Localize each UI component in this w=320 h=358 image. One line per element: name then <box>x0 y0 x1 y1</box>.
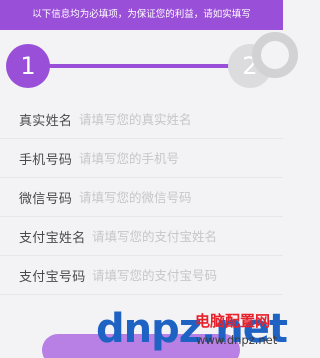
phone-input[interactable] <box>79 144 269 172</box>
real-name-input[interactable] <box>79 105 269 133</box>
alipay-name-input[interactable] <box>92 222 272 250</box>
field-row-real-name: 真实姓名 <box>0 100 283 139</box>
watermark-url: www.dnpz.net <box>196 333 278 347</box>
alipay-account-label: 支付宝号码 <box>19 269 86 285</box>
notice-text: 以下信息均为必填项，为保证您的利益，请如实填写 <box>32 9 251 20</box>
watermark-site-name: 电脑配置网 <box>195 312 271 330</box>
real-name-label: 真实姓名 <box>19 113 73 129</box>
step-progress-line <box>30 64 250 68</box>
site-watermark: dnpz.net 电脑配置网 www.dnpz.net <box>96 306 288 358</box>
alipay-name-label: 支付宝姓名 <box>19 230 86 246</box>
step-progress: 1 2 <box>0 30 298 100</box>
field-row-alipay-account: 支付宝号码 <box>0 256 283 295</box>
info-form: 真实姓名 手机号码 微信号码 支付宝姓名 支付宝号码 <box>0 100 283 295</box>
wechat-input[interactable] <box>79 183 269 211</box>
field-row-alipay-name: 支付宝姓名 <box>0 217 283 256</box>
field-row-wechat: 微信号码 <box>0 178 283 217</box>
phone-label: 手机号码 <box>19 152 73 168</box>
alipay-account-input[interactable] <box>92 261 272 289</box>
decorative-ring <box>252 32 298 78</box>
step-1-indicator: 1 <box>6 44 50 88</box>
field-row-phone: 手机号码 <box>0 139 283 178</box>
wechat-label: 微信号码 <box>19 191 73 207</box>
notice-banner: 以下信息均为必填项，为保证您的利益，请如实填写 <box>0 0 283 30</box>
